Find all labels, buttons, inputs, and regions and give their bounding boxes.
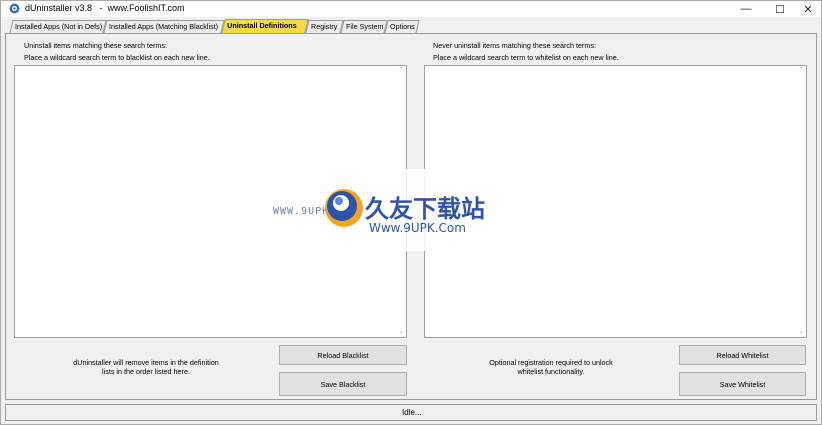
watermark-brand: 久友下载站: [365, 195, 485, 223]
scroll-up-icon[interactable]: ⌃: [398, 67, 404, 74]
blacklist-note-line2: lists in the order listed here.: [102, 367, 190, 376]
blacklist-text: [15, 66, 406, 70]
scroll-down-icon[interactable]: ⌄: [798, 328, 804, 335]
tab-label: Installed Apps (Not in Defs): [15, 22, 103, 31]
scroll-down-icon[interactable]: ⌄: [398, 328, 404, 335]
whitelist-heading: Never uninstall items matching these sea…: [433, 41, 596, 50]
save-blacklist-button[interactable]: Save Blacklist: [279, 372, 407, 396]
save-whitelist-button[interactable]: Save Whitelist: [679, 372, 806, 396]
tab-label: Options: [390, 22, 415, 31]
reload-whitelist-button[interactable]: Reload Whitelist: [679, 345, 806, 365]
watermark-url: Www.9UPK.Com: [369, 221, 466, 235]
scroll-up-icon[interactable]: ⌃: [798, 67, 804, 74]
tab-label: Installed Apps (Matching Blacklist): [109, 22, 219, 31]
app-icon: [9, 3, 20, 14]
tab-uninstall-definitions[interactable]: Uninstall Definitions: [221, 19, 309, 33]
status-bar: Idle...: [5, 404, 817, 421]
tab-installed-apps-not-in-defs[interactable]: Installed Apps (Not in Defs): [9, 20, 107, 33]
blacklist-note: dUninstaller will remove items in the de…: [46, 358, 246, 376]
whitelist-note-line1: Optional registration required to unlock: [489, 358, 613, 367]
status-text: Idle...: [402, 408, 422, 417]
tab-label: File System: [346, 22, 384, 31]
watermark-logo-icon: [325, 189, 363, 227]
app-window: dUninstaller v3.8 - www.FoolishIT.com — …: [0, 0, 822, 425]
tab-label: Uninstall Definitions: [227, 21, 297, 30]
whitelist-note-line2: whitelist functionality.: [517, 367, 585, 376]
tab-options[interactable]: Options: [384, 20, 420, 33]
whitelist-instruction: Place a wildcard search term to whitelis…: [433, 53, 619, 62]
tab-registry[interactable]: Registry: [305, 20, 344, 33]
whitelist-text: [425, 66, 806, 70]
tab-installed-apps-matching-blacklist[interactable]: Installed Apps (Matching Blacklist): [103, 20, 225, 33]
minimize-button[interactable]: —: [729, 1, 763, 17]
title-bar[interactable]: dUninstaller v3.8 - www.FoolishIT.com — …: [1, 1, 821, 17]
close-button[interactable]: ✕: [791, 1, 822, 17]
blacklist-instruction: Place a wildcard search term to blacklis…: [24, 53, 210, 62]
watermark-overlay: WWW.9UPK.COM 久友下载站 Www.9UPK.Com: [273, 169, 525, 251]
whitelist-note: Optional registration required to unlock…: [451, 358, 651, 376]
tab-strip: Installed Apps (Not in Defs) Installed A…: [5, 19, 817, 33]
blacklist-heading: Uninstall items matching these search te…: [24, 41, 168, 50]
window-title: dUninstaller v3.8 - www.FoolishIT.com: [25, 3, 185, 13]
tab-label: Registry: [311, 22, 338, 31]
tab-file-system[interactable]: File System: [340, 20, 388, 33]
blacklist-note-line1: dUninstaller will remove items in the de…: [73, 358, 219, 367]
reload-blacklist-button[interactable]: Reload Blacklist: [279, 345, 407, 365]
whitelist-scrollbar[interactable]: ⌃ ⌄: [796, 66, 806, 337]
